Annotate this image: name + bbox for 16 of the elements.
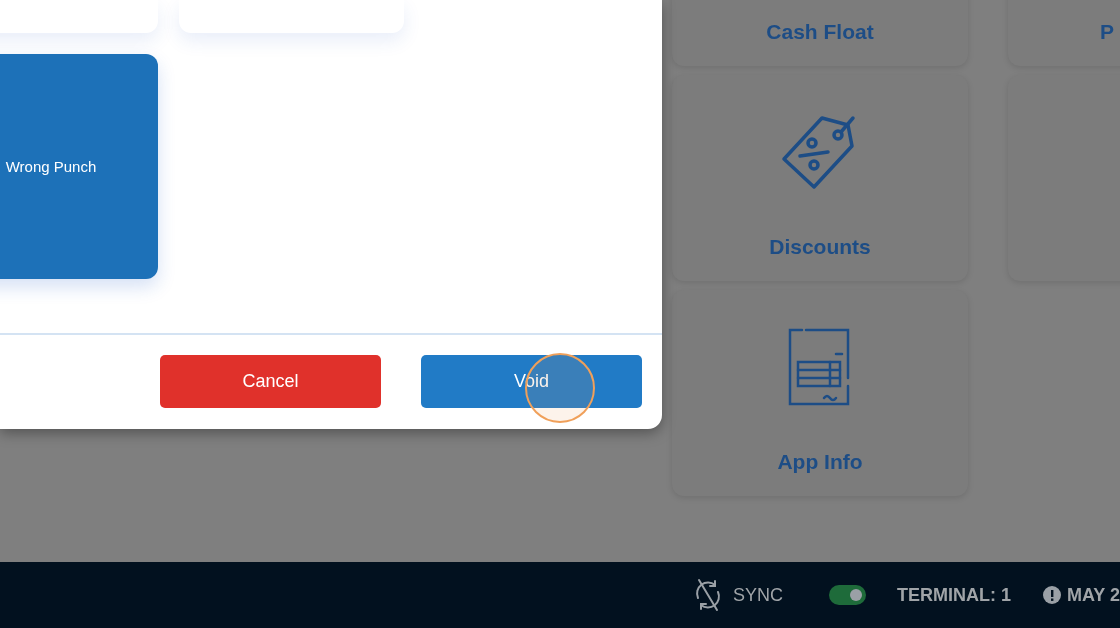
toggle-switch[interactable] [828, 585, 866, 605]
menu-tile[interactable]: App Info [672, 290, 968, 496]
tile-label: Discounts [769, 235, 871, 259]
cancel-button[interactable]: Cancel [160, 355, 381, 408]
terminal-label: TERMINAL: 1 [896, 584, 1011, 606]
menu-tile[interactable]: Cash Float [672, 0, 968, 66]
menu-tile[interactable]: Discounts [672, 75, 968, 281]
tile-label: App Info [777, 450, 863, 474]
alert-icon [1042, 586, 1061, 604]
reason-card[interactable]: Wrong Punch [0, 54, 158, 279]
tile-label: P [1100, 20, 1114, 44]
tile-label: Cash Float [766, 20, 874, 44]
date-label: MAY 2 [1066, 584, 1120, 606]
receipt-icon [788, 328, 852, 408]
menu-tile[interactable]: P [1008, 0, 1120, 66]
sync-label: SYNC [732, 584, 783, 606]
